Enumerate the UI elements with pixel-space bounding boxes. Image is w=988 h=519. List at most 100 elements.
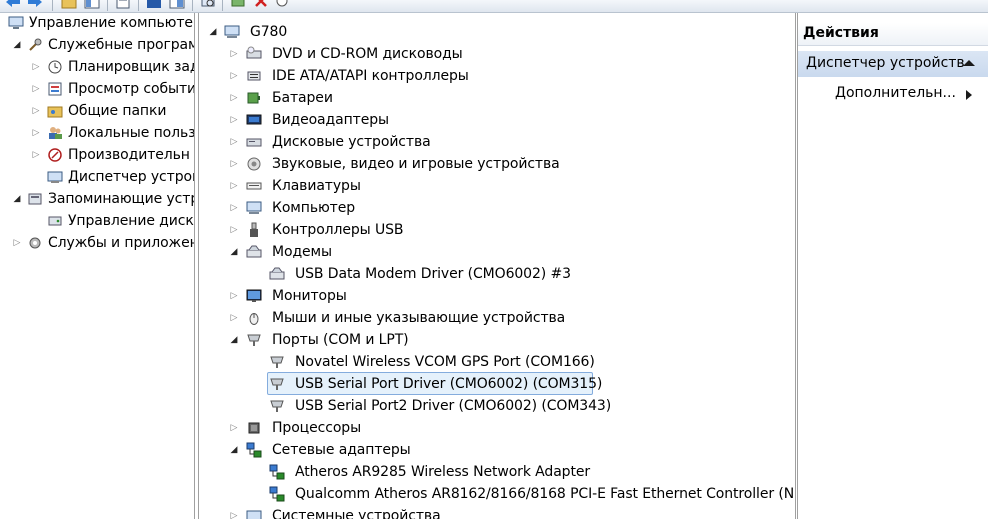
device-category[interactable]: ▷ Звуковые, видео и игровые устройства <box>199 153 795 175</box>
expand-arrow-icon[interactable]: ▷ <box>31 144 41 166</box>
device-category[interactable]: ◢ Модемы <box>199 241 795 263</box>
collapse-arrow-icon[interactable]: ◢ <box>229 241 239 263</box>
left-tree-item[interactable]: ▷ Локальные польз <box>0 122 194 144</box>
folder-up-icon[interactable] <box>60 0 78 10</box>
left-tree-item[interactable]: ◢ Запоминающие устр <box>0 188 194 210</box>
expand-arrow-icon[interactable]: ▷ <box>31 100 41 122</box>
usb-icon <box>246 222 262 238</box>
view-icon[interactable] <box>168 0 186 10</box>
expand-arrow-icon[interactable]: ▷ <box>31 56 41 78</box>
left-tree-item[interactable]: ▷ Общие папки <box>0 100 194 122</box>
device-item[interactable]: USB Serial Port Driver (CMO6002) (COM315… <box>199 373 795 395</box>
device-tree-label: Novatel Wireless VCOM GPS Port (COM166) <box>295 354 595 370</box>
expand-arrow-icon[interactable]: ▷ <box>229 175 239 197</box>
device-category[interactable]: ▷ Мониторы <box>199 285 795 307</box>
left-tree-item[interactable]: Управление диска <box>0 210 194 232</box>
device-tree-label: Сетевые адаптеры <box>272 442 411 458</box>
device-tree-label: Atheros AR9285 Wireless Network Adapter <box>295 464 591 480</box>
computer-icon <box>224 24 240 40</box>
device-category[interactable]: ▷ Компьютер <box>199 197 795 219</box>
expand-arrow-icon[interactable]: ▷ <box>229 43 239 65</box>
device-category[interactable]: ▷ Системные устройства <box>199 505 795 519</box>
device-category[interactable]: ▷ Контроллеры USB <box>199 219 795 241</box>
uninstall-icon[interactable] <box>252 0 270 10</box>
port-icon <box>269 398 285 414</box>
port-icon <box>246 332 262 348</box>
left-tree-item[interactable]: Управление компьютер <box>0 13 194 34</box>
expand-arrow-icon[interactable]: ▷ <box>229 131 239 153</box>
display-adapter-icon <box>246 112 262 128</box>
device-tree-label: Контроллеры USB <box>272 222 404 238</box>
device-tree-label: Системные устройства <box>272 508 441 519</box>
keyboard-icon <box>246 178 262 194</box>
device-category[interactable]: ▷ Дисковые устройства <box>199 131 795 153</box>
disk-drive-icon <box>246 134 262 150</box>
expand-arrow-icon[interactable]: ▷ <box>229 307 239 329</box>
collapse-triangle-icon[interactable] <box>963 60 975 66</box>
more-actions-item[interactable]: Дополнительн... <box>835 83 985 105</box>
device-item[interactable]: USB Serial Port2 Driver (CMO6002) (COM34… <box>199 395 795 417</box>
expand-arrow-icon[interactable]: ▷ <box>229 197 239 219</box>
expand-arrow-icon[interactable]: ▷ <box>229 417 239 439</box>
left-tree-item[interactable]: ▷ Производительн <box>0 144 194 166</box>
expand-arrow-icon[interactable]: ▷ <box>229 219 239 241</box>
help-icon[interactable] <box>145 0 163 10</box>
device-category[interactable]: ▷ Видеоадаптеры <box>199 109 795 131</box>
scan-hardware-icon[interactable] <box>199 0 217 10</box>
device-tree-label: Мониторы <box>272 288 347 304</box>
expand-arrow-icon[interactable]: ▷ <box>31 122 41 144</box>
device-item[interactable]: Qualcomm Atheros AR8162/8166/8168 PCI-E … <box>199 483 795 505</box>
left-tree-item[interactable]: ▷ Планировщик зад <box>0 56 194 78</box>
expand-arrow-icon[interactable]: ▷ <box>229 65 239 87</box>
left-tree-item[interactable]: ◢ Служебные програм <box>0 34 194 56</box>
back-arrow-icon[interactable] <box>4 0 22 10</box>
device-tree-root[interactable]: ◢ G780 <box>199 21 795 43</box>
actions-section-device-manager[interactable]: Диспетчер устройств <box>798 51 988 77</box>
device-category[interactable]: ▷ Батареи <box>199 87 795 109</box>
left-tree-item[interactable]: ▷ Службы и приложен <box>0 232 194 254</box>
device-category[interactable]: ◢ Сетевые адаптеры <box>199 439 795 461</box>
properties-icon[interactable] <box>114 0 132 10</box>
expand-arrow-icon[interactable]: ▷ <box>229 153 239 175</box>
forward-arrow-icon[interactable] <box>26 0 44 10</box>
device-tree-label: Порты (COM и LPT) <box>272 332 409 348</box>
device-category[interactable]: ▷ IDE ATA/ATAPI контроллеры <box>199 65 795 87</box>
update-driver-icon[interactable] <box>229 0 247 10</box>
disable-device-icon[interactable] <box>273 0 291 10</box>
device-category[interactable]: ◢ Порты (COM и LPT) <box>199 329 795 351</box>
left-tree-item[interactable]: Диспетчер устрой <box>0 166 194 188</box>
left-tree-item[interactable]: ▷ Просмотр событи <box>0 78 194 100</box>
device-item[interactable]: USB Data Modem Driver (CMO6002) #3 <box>199 263 795 285</box>
collapse-arrow-icon[interactable]: ◢ <box>12 188 22 210</box>
left-tree-item-label: Просмотр событи <box>68 81 195 97</box>
actions-header: Действия <box>798 23 988 46</box>
device-category[interactable]: ▷ Процессоры <box>199 417 795 439</box>
mouse-icon <box>246 310 262 326</box>
collapse-arrow-icon[interactable]: ◢ <box>208 21 218 43</box>
device-category[interactable]: ▷ DVD и CD-ROM дисководы <box>199 43 795 65</box>
expand-arrow-icon[interactable]: ▷ <box>12 232 22 254</box>
collapse-arrow-icon[interactable]: ◢ <box>12 34 22 56</box>
toolbar <box>0 0 988 13</box>
collapse-arrow-icon[interactable]: ◢ <box>229 439 239 461</box>
expand-arrow-icon[interactable]: ▷ <box>31 78 41 100</box>
device-tree-label: Мыши и иные указывающие устройства <box>272 310 566 326</box>
actions-header-label: Действия <box>803 25 879 41</box>
expand-arrow-icon[interactable]: ▷ <box>229 285 239 307</box>
modem-icon <box>269 266 285 282</box>
ide-controller-icon <box>246 68 262 84</box>
local-users-icon <box>47 125 63 141</box>
shared-folders-icon <box>47 103 63 119</box>
submenu-arrow-icon <box>966 90 972 100</box>
device-tree-pane: ◢ G780 ▷ DVD и CD-ROM дисководы ▷ IDE ATA/ATA… <box>198 13 796 519</box>
show-tree-icon[interactable] <box>83 0 101 10</box>
device-category[interactable]: ▷ Клавиатуры <box>199 175 795 197</box>
collapse-arrow-icon[interactable]: ◢ <box>229 329 239 351</box>
expand-arrow-icon[interactable]: ▷ <box>229 505 239 519</box>
expand-arrow-icon[interactable]: ▷ <box>229 87 239 109</box>
more-actions-label: Дополнительн... <box>835 85 956 101</box>
device-category[interactable]: ▷ Мыши и иные указывающие устройства <box>199 307 795 329</box>
device-item[interactable]: Atheros AR9285 Wireless Network Adapter <box>199 461 795 483</box>
device-item[interactable]: Novatel Wireless VCOM GPS Port (COM166) <box>199 351 795 373</box>
expand-arrow-icon[interactable]: ▷ <box>229 109 239 131</box>
